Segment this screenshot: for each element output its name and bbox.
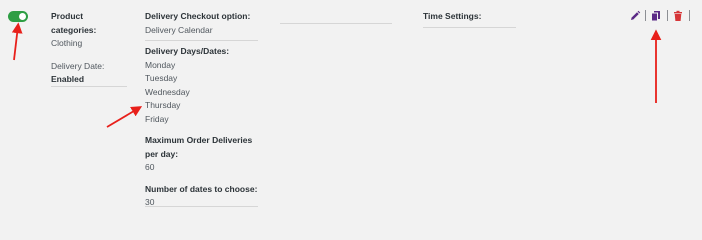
annotation-arrows bbox=[11, 22, 662, 128]
arrow-to-toggle bbox=[11, 22, 23, 61]
arrow-to-thursday bbox=[106, 106, 143, 128]
